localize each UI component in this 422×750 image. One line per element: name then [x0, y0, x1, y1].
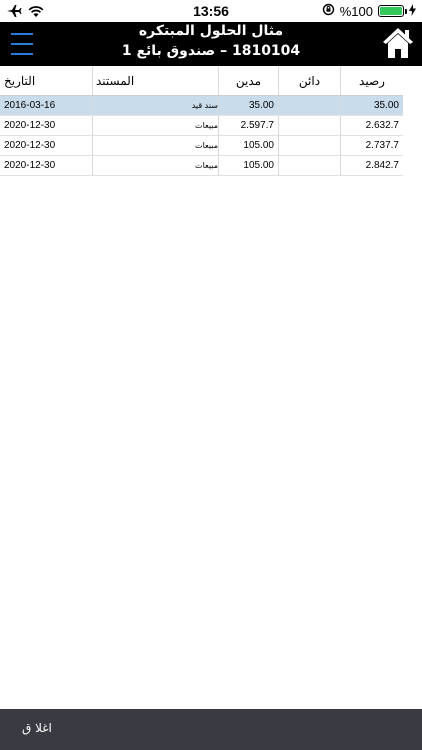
charging-icon — [409, 3, 416, 19]
cell-date: 2016-03-16 — [4, 100, 56, 111]
column-header-balance[interactable]: رصيد — [340, 66, 403, 95]
cell-document: مبيعات — [92, 136, 218, 155]
cell-credit — [278, 116, 340, 135]
battery-percent: %100 — [339, 3, 373, 19]
footer-bar: اغلا ق — [0, 709, 422, 750]
cell-document: مبيعات — [92, 116, 218, 135]
table-row[interactable]: 2020-12-30 مبيعات 2.597.7 2.632.7 — [0, 116, 403, 136]
cell-balance: 2.842.7 — [340, 156, 403, 175]
page-title: مثال الحلول المبتكره — [138, 23, 284, 39]
cell-debit: 105.00 — [218, 156, 278, 175]
battery-icon — [378, 5, 407, 17]
column-header-debit[interactable]: مدين — [218, 66, 278, 95]
cell-debit: 2.597.7 — [218, 116, 278, 135]
cell-balance: 2.632.7 — [340, 116, 403, 135]
cell-date: 2020-12-30 — [4, 160, 56, 171]
cell-balance: 35.00 — [340, 96, 403, 115]
home-icon[interactable] — [382, 26, 414, 62]
table-row[interactable]: 2016-03-16 سند قيد 35.00 35.00 — [0, 96, 403, 116]
cell-document: سند قيد — [92, 96, 218, 115]
battery-fill — [380, 7, 402, 15]
cell-date: 2020-12-30 — [4, 140, 56, 151]
status-bar: 13:56 %100 — [0, 0, 422, 22]
table-row[interactable]: 2020-12-30 مبيعات 105.00 2.737.7 — [0, 136, 403, 156]
table-header-row: التاريخ المستند مدين دائن رصيد — [0, 66, 403, 96]
table-row[interactable]: 2020-12-30 مبيعات 105.00 2.842.7 — [0, 156, 403, 176]
close-button[interactable]: اغلا ق — [22, 721, 52, 735]
column-header-credit[interactable]: دائن — [278, 66, 340, 95]
cell-balance: 2.737.7 — [340, 136, 403, 155]
ledger-table: التاريخ المستند مدين دائن رصيد 2016-03-1… — [0, 66, 403, 176]
cell-debit: 105.00 — [218, 136, 278, 155]
cell-credit — [278, 96, 340, 115]
page-subtitle: 1810104 – صندوق بائع 1 — [121, 43, 301, 59]
cell-debit: 35.00 — [218, 96, 278, 115]
column-header-document[interactable]: المستند — [92, 66, 218, 95]
cell-date: 2020-12-30 — [4, 120, 56, 131]
orientation-lock-icon — [322, 3, 335, 19]
status-right: %100 — [322, 3, 416, 19]
column-header-date[interactable]: التاريخ — [0, 66, 92, 95]
cell-credit — [278, 136, 340, 155]
hamburger-icon[interactable] — [11, 30, 33, 58]
cell-credit — [278, 156, 340, 175]
cell-document: مبيعات — [92, 156, 218, 175]
app-header: مثال الحلول المبتكره 1810104 – صندوق بائ… — [0, 22, 422, 66]
